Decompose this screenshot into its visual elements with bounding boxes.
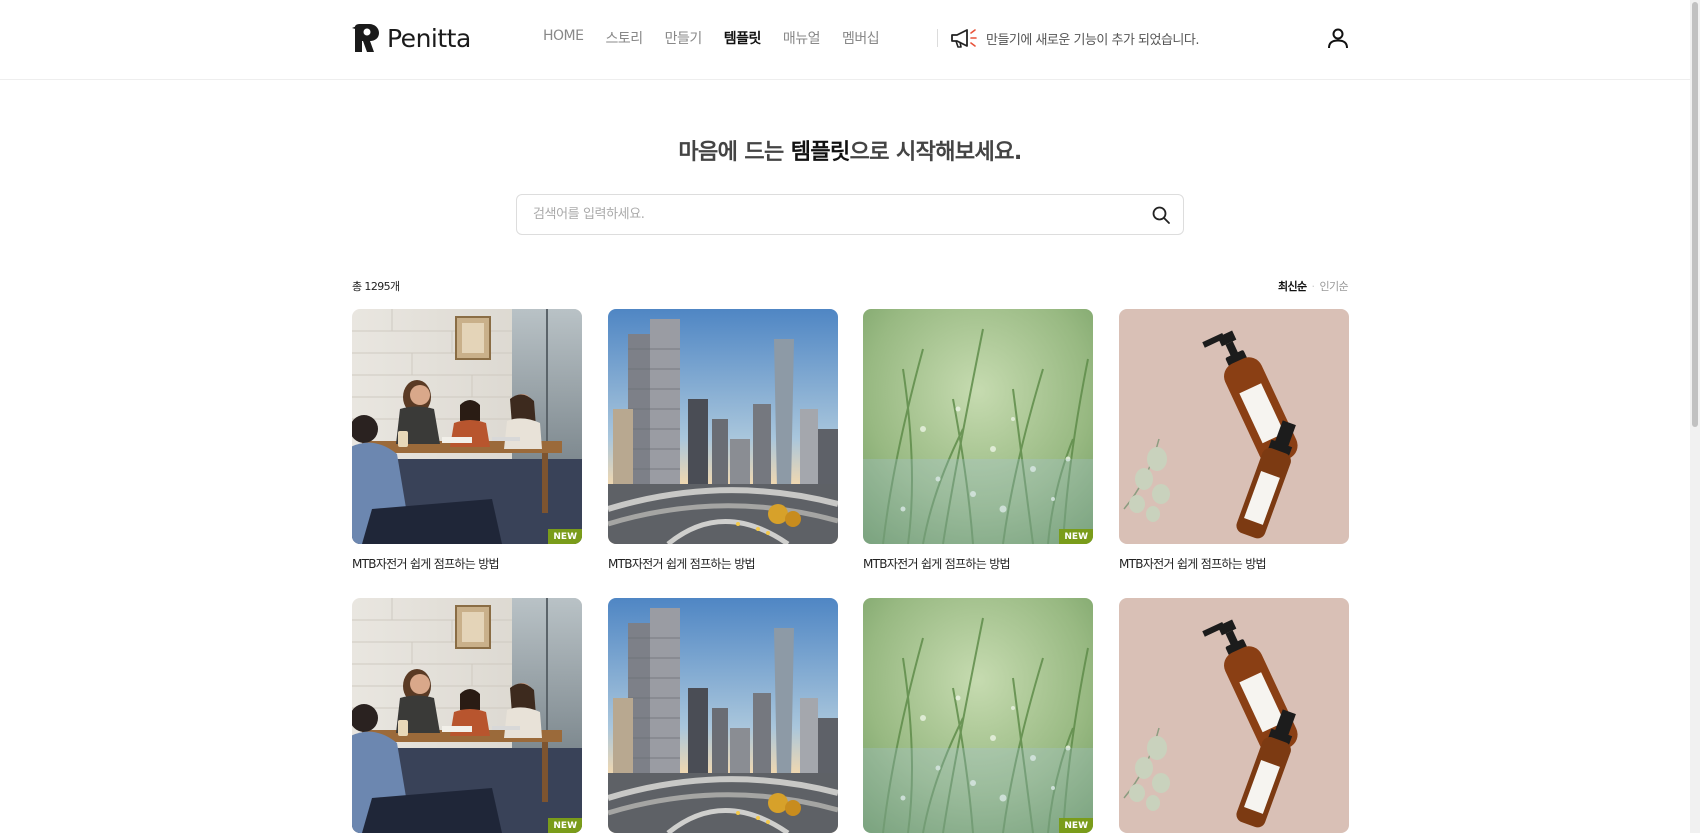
- template-thumbnail[interactable]: NEW: [863, 309, 1093, 544]
- template-card[interactable]: MTB자전거 쉽게 점프하는 방법: [1119, 309, 1349, 572]
- logo[interactable]: Penitta: [352, 22, 471, 54]
- template-card[interactable]: NEW MTB자전거 쉽게 점프하는 방법: [352, 309, 582, 572]
- sort-popular[interactable]: 인기순: [1319, 278, 1348, 294]
- template-card[interactable]: [608, 598, 838, 833]
- logo-text: Penitta: [387, 23, 471, 53]
- megaphone-icon: [951, 29, 977, 48]
- sort-options: 최신순 · 인기순: [1200, 278, 1349, 294]
- user-icon[interactable]: [1326, 26, 1350, 50]
- search-input[interactable]: [533, 195, 1123, 234]
- scrollbar[interactable]: [1690, 0, 1700, 833]
- template-thumbnail[interactable]: [1119, 309, 1349, 544]
- template-card[interactable]: [1119, 598, 1349, 833]
- nav-story[interactable]: 스토리: [605, 28, 643, 48]
- template-card[interactable]: MTB자전거 쉽게 점프하는 방법: [608, 309, 838, 572]
- green-grass-image: [863, 598, 1093, 833]
- result-count: 총 1295개: [352, 280, 400, 293]
- office-meeting-image: [352, 598, 582, 833]
- sort-separator: ·: [1311, 279, 1315, 293]
- template-card[interactable]: NEW: [352, 598, 582, 833]
- search-bar: [516, 194, 1184, 235]
- template-card[interactable]: NEW MTB자전거 쉽게 점프하는 방법: [863, 309, 1093, 572]
- cosmetic-bottles-image: [1119, 309, 1349, 544]
- notice-banner[interactable]: 만들기에 새로운 기능이 추가 되었습니다.: [950, 27, 1199, 49]
- logo-mark-icon: [352, 24, 379, 52]
- new-badge: NEW: [548, 818, 582, 833]
- new-badge: NEW: [1059, 818, 1093, 833]
- office-meeting-image: [352, 309, 582, 544]
- sort-latest[interactable]: 최신순: [1278, 278, 1307, 294]
- template-thumbnail[interactable]: NEW: [863, 598, 1093, 833]
- template-thumbnail[interactable]: [1119, 598, 1349, 833]
- template-title[interactable]: MTB자전거 쉽게 점프하는 방법: [1119, 555, 1349, 572]
- template-thumbnail[interactable]: NEW: [352, 309, 582, 544]
- nav-manual[interactable]: 매뉴얼: [783, 28, 821, 48]
- template-title[interactable]: MTB자전거 쉽게 점프하는 방법: [608, 555, 838, 572]
- title-suffix: 으로 시작해보세요.: [849, 140, 1023, 165]
- nav-home[interactable]: HOME: [543, 28, 584, 48]
- template-thumbnail[interactable]: [608, 598, 838, 833]
- template-thumbnail[interactable]: NEW: [352, 598, 582, 833]
- template-title[interactable]: MTB자전거 쉽게 점프하는 방법: [352, 555, 582, 572]
- template-thumbnail[interactable]: [608, 309, 838, 544]
- city-skyline-image: [608, 598, 838, 833]
- cosmetic-bottles-image: [1119, 598, 1349, 833]
- template-card[interactable]: NEW: [863, 598, 1093, 833]
- page-title: 마음에 드는 템플릿으로 시작해보세요.: [0, 134, 1700, 166]
- search-icon[interactable]: [1151, 205, 1171, 225]
- title-emphasis: 템플릿: [790, 140, 851, 165]
- nav-membership[interactable]: 멤버십: [842, 28, 880, 48]
- main-nav: HOME 스토리 만들기 템플릿 매뉴얼 멤버십: [543, 28, 901, 48]
- site-header: Penitta HOME 스토리 만들기 템플릿 매뉴얼 멤버십 만들기에 새로…: [0, 0, 1690, 80]
- city-skyline-image: [608, 309, 838, 544]
- nav-templates[interactable]: 템플릿: [724, 28, 762, 48]
- nav-create[interactable]: 만들기: [665, 28, 703, 48]
- green-grass-image: [863, 309, 1093, 544]
- new-badge: NEW: [1059, 529, 1093, 544]
- title-prefix: 마음에 드는: [678, 140, 791, 165]
- nav-divider: [937, 29, 938, 47]
- notice-text: 만들기에 새로운 기능이 추가 되었습니다.: [986, 32, 1199, 48]
- template-title[interactable]: MTB자전거 쉽게 점프하는 방법: [863, 555, 1093, 572]
- new-badge: NEW: [548, 529, 582, 544]
- scrollbar-thumb[interactable]: [1692, 2, 1698, 427]
